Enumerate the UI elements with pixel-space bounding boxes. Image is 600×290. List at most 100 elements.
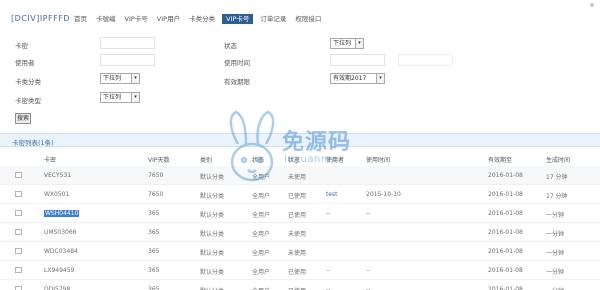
cell-status: 全用户 bbox=[252, 212, 271, 219]
nav-item-0[interactable]: 首页 bbox=[72, 14, 89, 24]
col-valid: 有效期至 bbox=[488, 157, 513, 164]
table-row[interactable]: DDJ5798 365 默认分类 全用户 已使用 -- -- 2016-01-08 一分钟 bbox=[0, 280, 600, 290]
search-form: 卡密 状态 下拉列 ▾ 使用者 使用时间 卡类分类 下拉列 ▾ 有效期限 有效期… bbox=[0, 32, 600, 127]
cell-card: DDJ5798 bbox=[44, 286, 71, 290]
cell-card: UMS03066 bbox=[44, 229, 77, 236]
col-created: 生成时间 bbox=[546, 157, 571, 164]
cell-state: 未使用 bbox=[288, 231, 307, 238]
cell-card: WX0501 bbox=[44, 191, 70, 198]
cell-status: 全用户 bbox=[252, 193, 271, 200]
cell-valid: 2016-01-08 bbox=[488, 248, 523, 255]
row-checkbox[interactable] bbox=[15, 172, 22, 178]
chevron-down-icon: ▾ bbox=[376, 74, 384, 83]
cell-time: 2015-10-10 bbox=[366, 191, 401, 198]
results-title: 卡密列表(1条) bbox=[12, 139, 54, 147]
cell-card: LX949459 bbox=[44, 267, 75, 274]
valid-select-value: 有效期2017 bbox=[333, 75, 367, 82]
valid-select[interactable]: 有效期2017 ▾ bbox=[330, 73, 385, 84]
cell-status: 全用户 bbox=[252, 174, 271, 181]
cell-status: 全用户 bbox=[252, 269, 271, 276]
type-select[interactable]: 下拉列 ▾ bbox=[330, 38, 364, 49]
cell-category: 默认分类 bbox=[200, 174, 225, 181]
top-navigation-bar: [DCIV]IPFFFD 首页 卡號编 VIP卡号 VIP用户 卡类分类 VIP卡号 订单记… bbox=[0, 0, 600, 32]
cell-status: 全用户 bbox=[252, 286, 270, 290]
table-row[interactable]: WDC03484 365 默认分类 全用户 未使用 2016-01-08 一分钟 bbox=[0, 242, 600, 261]
nav-item-1[interactable]: 卡號编 bbox=[94, 14, 118, 24]
cell-valid: 2016-01-08 bbox=[488, 267, 523, 274]
chevron-down-icon: ▾ bbox=[131, 93, 139, 102]
row-checkbox[interactable] bbox=[15, 210, 22, 216]
cell-category: 默认分类 bbox=[200, 250, 225, 257]
col-category: 类别 bbox=[200, 157, 213, 164]
col-user: 使用者 bbox=[326, 157, 345, 164]
cell-state: 已使用 bbox=[288, 286, 306, 290]
cell-valid: 2016-01-08 bbox=[488, 172, 523, 179]
cell-created: 一分钟 bbox=[546, 231, 565, 238]
col-days: VIP天数 bbox=[148, 157, 170, 164]
nav-item-7[interactable]: 权限接口 bbox=[293, 14, 323, 24]
use-time-label: 使用时间 bbox=[224, 59, 250, 67]
cell-state: 已使用 bbox=[288, 212, 307, 219]
app-logo: [DCIV]IPFFFD bbox=[11, 14, 70, 23]
nav-item-6[interactable]: 订单记录 bbox=[258, 14, 288, 24]
cell-valid: 2016-01-08 bbox=[488, 191, 523, 198]
cell-category: 默认分类 bbox=[200, 231, 225, 238]
cell-created: 一分钟 bbox=[546, 250, 565, 257]
use-time-input[interactable] bbox=[330, 54, 385, 66]
cell-card: VECY531 bbox=[44, 172, 72, 179]
table-row[interactable]: LX949459 365 默认分类 全用户 已使用 -- -- 2016-01-08 一分钟 bbox=[0, 261, 600, 280]
user-input[interactable] bbox=[100, 54, 155, 66]
cell-days: 7650 bbox=[148, 191, 164, 198]
row-checkbox[interactable] bbox=[15, 267, 22, 273]
table-row[interactable]: UMS03066 365 默认分类 全用户 未使用 2016-01-08 一分钟 bbox=[0, 223, 600, 242]
cell-status: 全用户 bbox=[252, 250, 271, 257]
cell-state: 已使用 bbox=[288, 269, 307, 276]
row-checkbox[interactable] bbox=[15, 248, 22, 254]
nav-item-3[interactable]: VIP用户 bbox=[155, 14, 182, 24]
row-checkbox[interactable] bbox=[15, 229, 22, 235]
card-label: 卡密 bbox=[15, 42, 28, 50]
cell-state: 未使用 bbox=[288, 174, 307, 181]
cell-created: 一分钟 bbox=[546, 212, 565, 219]
cell-time: -- bbox=[366, 286, 371, 290]
table-row[interactable]: WX0501 7650 默认分类 全用户 已使用 test 2015-10-10 2016-0… bbox=[0, 185, 600, 204]
nav-item-5[interactable]: VIP卡号 bbox=[222, 14, 254, 24]
cell-state: 未使用 bbox=[288, 250, 307, 257]
cell-days: 7650 bbox=[148, 172, 164, 179]
cell-created: 17 分钟 bbox=[546, 193, 568, 200]
window-dot-icon bbox=[590, 3, 594, 7]
valid-label: 有效期限 bbox=[224, 78, 250, 86]
cell-card: WDC03484 bbox=[44, 248, 78, 255]
cell-category: 默认分类 bbox=[200, 193, 225, 200]
col-card: 卡密 bbox=[44, 157, 57, 164]
cell-valid: 2016-01-08 bbox=[488, 210, 523, 217]
category-select[interactable]: 下拉列 ▾ bbox=[100, 73, 140, 84]
cell-user: test bbox=[326, 191, 338, 198]
card-type-select-value: 下拉列 bbox=[103, 94, 122, 101]
cell-time: -- bbox=[366, 210, 371, 217]
card-input[interactable] bbox=[100, 37, 155, 49]
chevron-down-icon: ▾ bbox=[131, 74, 139, 83]
table-row[interactable]: VECY531 7650 默认分类 全用户 未使用 2016-01-08 17 分钟 bbox=[0, 166, 600, 185]
search-button[interactable]: 搜索 bbox=[15, 113, 31, 124]
cell-card: WSH04410 bbox=[44, 210, 80, 217]
cell-category: 默认分类 bbox=[200, 212, 225, 219]
results-header: 卡密列表(1条) bbox=[0, 133, 600, 147]
cell-days: 365 bbox=[148, 267, 160, 274]
cell-state: 已使用 bbox=[288, 193, 307, 200]
cell-valid: 2016-01-08 bbox=[488, 286, 523, 290]
nav-item-2[interactable]: VIP卡号 bbox=[123, 14, 150, 24]
col-status: 状态 bbox=[252, 157, 265, 164]
cell-days: 365 bbox=[148, 248, 160, 255]
use-time-end-input[interactable] bbox=[398, 54, 453, 66]
nav-item-4[interactable]: 卡类分类 bbox=[187, 14, 217, 24]
col-time: 使用时间 bbox=[366, 157, 391, 164]
row-checkbox[interactable] bbox=[15, 286, 22, 290]
card-type-label: 卡密类型 bbox=[15, 97, 41, 105]
cell-created: 一分钟 bbox=[546, 286, 564, 290]
cell-created: 17 分钟 bbox=[546, 174, 568, 181]
row-checkbox[interactable] bbox=[15, 191, 22, 197]
card-type-select[interactable]: 下拉列 ▾ bbox=[100, 92, 140, 103]
type-select-value: 下拉列 bbox=[333, 40, 352, 47]
table-row[interactable]: WSH04410 365 默认分类 全用户 已使用 -- -- 2016-01-08 一分钟 bbox=[0, 204, 600, 223]
